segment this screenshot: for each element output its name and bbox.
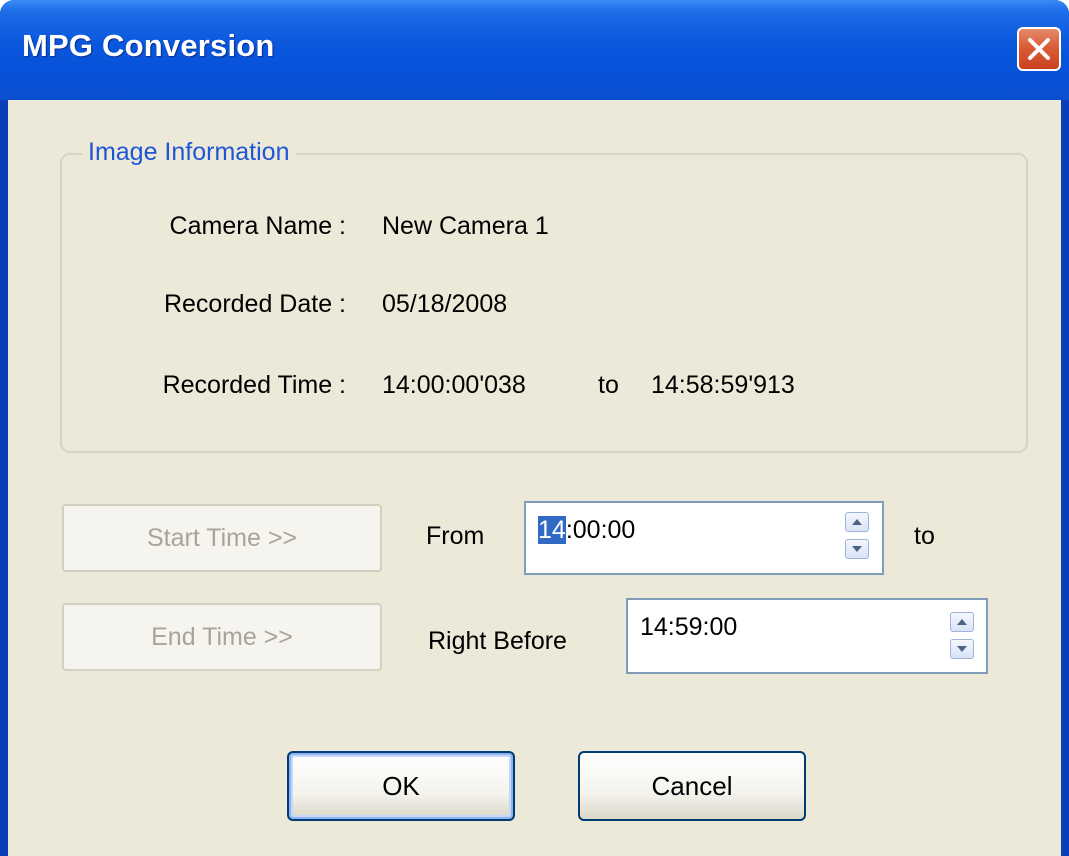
window-title: MPG Conversion [22,28,275,63]
recorded-date-label: Recorded Date : [163,290,346,318]
close-button[interactable] [1017,27,1061,71]
ok-button[interactable]: OK [287,751,515,821]
start-time-button[interactable]: Start Time >> [62,504,382,572]
triangle-up-icon [957,619,967,625]
right-before-spin-down-button[interactable] [950,639,974,659]
triangle-down-icon [957,646,967,652]
group-legend: Image Information [82,138,296,167]
right-before-time-field[interactable]: 14:59:00 [626,598,988,674]
camera-name-value: New Camera 1 [382,212,549,240]
dialog-client-area: Image Information Camera Name : New Came… [8,100,1061,856]
recorded-date-value: 05/18/2008 [382,290,508,318]
from-label: From [426,522,485,550]
from-spin-up-button[interactable] [845,512,869,532]
from-time-text[interactable]: 14:00:00 [538,516,635,545]
right-before-spin-up-button[interactable] [950,612,974,632]
cancel-button[interactable]: Cancel [578,751,806,821]
recorded-time-label: Recorded Time : [162,371,346,399]
from-spin-down-button[interactable] [845,539,869,559]
to-label: to [914,522,935,550]
triangle-down-icon [852,546,862,552]
dialog-window: MPG Conversion Image Information Camera … [0,0,1069,856]
right-before-label: Right Before [428,627,567,655]
recorded-time-end: 14:58:59'913 [651,371,795,399]
from-time-field[interactable]: 14:00:00 [524,501,884,575]
recorded-time-start: 14:00:00'038 [382,371,526,399]
end-time-button[interactable]: End Time >> [62,603,382,671]
triangle-up-icon [852,519,862,525]
right-before-time-text[interactable]: 14:59:00 [640,613,737,642]
camera-name-label: Camera Name : [169,212,346,240]
title-bar[interactable]: MPG Conversion [0,0,1069,100]
from-time-rest: :00:00 [565,516,636,544]
close-x-icon [1028,38,1050,60]
recorded-time-to: to [598,371,619,399]
from-hour-selection[interactable]: 14 [538,516,566,544]
